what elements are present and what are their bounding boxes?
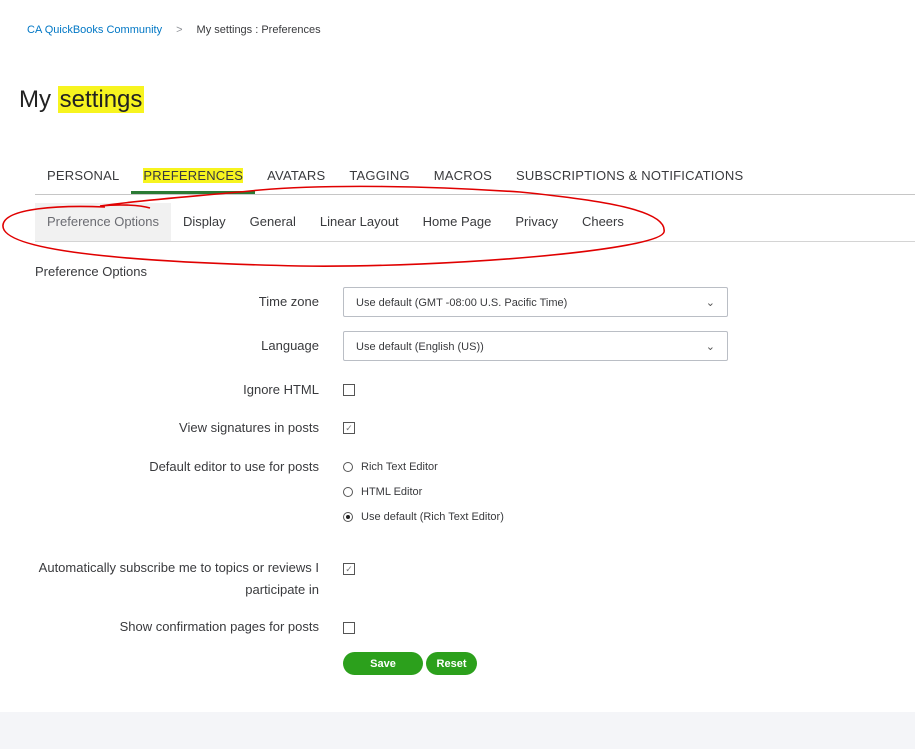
radio-icon: [343, 462, 353, 472]
subtab-linear-layout[interactable]: Linear Layout: [308, 203, 411, 241]
tab-avatars[interactable]: AVATARS: [255, 160, 337, 194]
reset-button[interactable]: Reset: [426, 652, 477, 675]
subtab-home-page[interactable]: Home Page: [411, 203, 504, 241]
ignore-html-label: Ignore HTML: [243, 382, 319, 397]
title-highlight: settings: [57, 86, 145, 113]
tab-preferences[interactable]: PREFERENCES: [131, 160, 256, 194]
breadcrumb-separator: >: [176, 24, 183, 36]
autosubscribe-checkbox[interactable]: ✓: [343, 563, 355, 575]
footer: [0, 712, 915, 749]
tab-subscriptions[interactable]: SUBSCRIPTIONS & NOTIFICATIONS: [504, 160, 755, 194]
timezone-select[interactable]: Use default (GMT -08:00 U.S. Pacific Tim…: [343, 287, 728, 317]
confirm-label: Show confirmation pages for posts: [119, 619, 319, 634]
signatures-label: View signatures in posts: [179, 420, 319, 435]
subtab-display[interactable]: Display: [171, 203, 238, 241]
subtab-general[interactable]: General: [238, 203, 308, 241]
radio-icon: [343, 487, 353, 497]
main-tabs: PERSONAL PREFERENCES AVATARS TAGGING MAC…: [35, 160, 915, 195]
tab-macros[interactable]: MACROS: [422, 160, 504, 194]
chevron-down-icon: ⌄: [705, 297, 715, 309]
radio-rich-text[interactable]: Rich Text Editor: [343, 461, 438, 473]
subtab-cheers[interactable]: Cheers: [570, 203, 636, 241]
breadcrumb-home-link[interactable]: CA QuickBooks Community: [27, 24, 162, 36]
page-title: My settings: [19, 86, 145, 114]
autosubscribe-label: Automatically subscribe me to topics or …: [38, 560, 319, 597]
section-title: Preference Options: [35, 264, 148, 279]
radio-use-default[interactable]: Use default (Rich Text Editor): [343, 511, 504, 523]
confirm-checkbox[interactable]: [343, 622, 355, 634]
language-select[interactable]: Use default (English (US)) ⌄: [343, 331, 728, 361]
timezone-label: Time zone: [258, 294, 319, 309]
chevron-down-icon: ⌄: [705, 341, 715, 353]
breadcrumb: CA QuickBooks Community > My settings : Pr…: [27, 24, 321, 36]
subtab-privacy[interactable]: Privacy: [503, 203, 570, 241]
signatures-checkbox[interactable]: ✓: [343, 422, 355, 434]
title-prefix: My: [19, 86, 58, 113]
ignore-html-checkbox[interactable]: [343, 384, 355, 396]
radio-html-editor[interactable]: HTML Editor: [343, 486, 422, 498]
breadcrumb-current: My settings : Preferences: [196, 24, 321, 36]
tab-tagging[interactable]: TAGGING: [337, 160, 421, 194]
save-button[interactable]: Save: [343, 652, 423, 675]
subtab-preference-options[interactable]: Preference Options: [35, 203, 172, 241]
sub-tabs: Preference Options Display General Linea…: [35, 203, 915, 242]
language-label: Language: [261, 338, 319, 353]
tab-personal[interactable]: PERSONAL: [35, 160, 131, 194]
editor-label: Default editor to use for posts: [149, 459, 319, 474]
radio-selected-icon: [343, 512, 353, 522]
